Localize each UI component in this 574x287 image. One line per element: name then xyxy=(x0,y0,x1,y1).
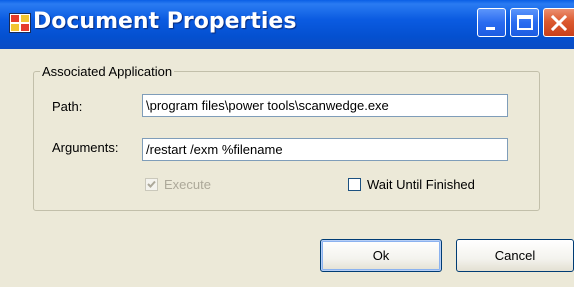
arguments-input[interactable]: /restart /exm %filename xyxy=(142,138,508,161)
ok-button[interactable]: Ok xyxy=(320,239,442,272)
maximize-button[interactable] xyxy=(510,8,539,37)
window-title: Document Properties xyxy=(33,9,297,34)
execute-label: Execute xyxy=(164,177,211,192)
group-legend: Associated Application xyxy=(40,64,175,79)
title-bar[interactable]: Document Properties xyxy=(0,0,574,49)
maximize-icon xyxy=(517,15,533,30)
cancel-button[interactable]: Cancel xyxy=(456,239,574,272)
minimize-button[interactable] xyxy=(477,8,506,37)
minimize-icon xyxy=(486,27,495,30)
path-input[interactable]: \program files\power tools\scanwedge.exe xyxy=(142,94,508,117)
check-icon xyxy=(147,180,156,188)
document-properties-dialog: Document Properties Associated Applicati… xyxy=(0,0,574,287)
wait-until-finished-checkbox[interactable] xyxy=(348,178,361,191)
close-button[interactable] xyxy=(543,8,574,37)
execute-checkbox-row[interactable]: Execute xyxy=(145,177,211,192)
execute-checkbox[interactable] xyxy=(145,178,158,191)
wait-until-finished-label: Wait Until Finished xyxy=(367,177,475,192)
wait-until-finished-row[interactable]: Wait Until Finished xyxy=(348,177,475,192)
path-label: Path: xyxy=(52,99,83,114)
close-icon xyxy=(549,13,569,38)
arguments-label: Arguments: xyxy=(52,140,119,155)
application-icon xyxy=(9,13,31,33)
